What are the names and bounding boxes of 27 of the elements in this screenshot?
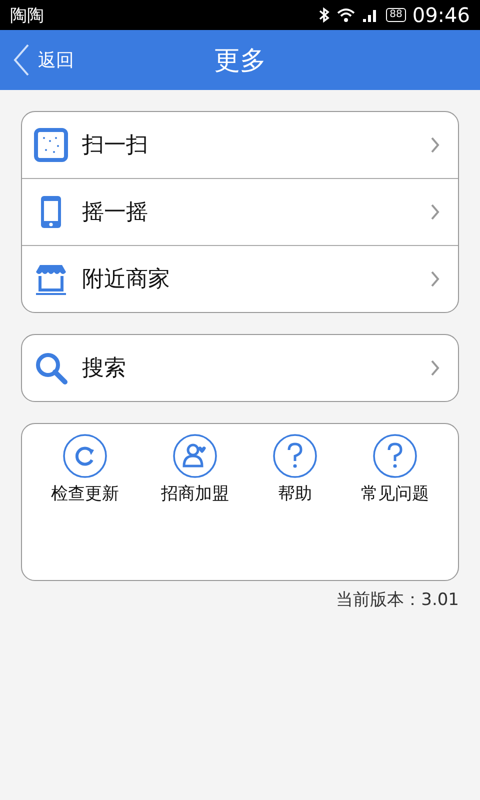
- battery-icon: 88: [386, 8, 406, 22]
- item-label: 扫一扫: [82, 132, 149, 160]
- version-text: 当前版本：3.01: [335, 589, 459, 611]
- item-label: 附近商家: [82, 266, 171, 294]
- item-label: 摇一摇: [82, 199, 149, 227]
- menu-item[interactable]: 扫一扫: [22, 112, 458, 178]
- clock: 09:46: [412, 3, 470, 27]
- app-name: 陶陶: [10, 4, 44, 26]
- chevron-icon: [430, 203, 440, 221]
- chevron-icon: [430, 359, 440, 377]
- page-title: 更多: [214, 44, 266, 78]
- item-label: 搜索: [82, 355, 127, 383]
- wifi-icon: [336, 7, 356, 23]
- store-icon: [34, 262, 68, 296]
- menu-item[interactable]: 摇一摇: [22, 178, 458, 245]
- chevron-icon: [430, 136, 440, 154]
- bluetooth-icon: [318, 7, 330, 23]
- shortcut-button[interactable]: 检查更新: [51, 434, 119, 505]
- search-icon: [34, 351, 68, 385]
- back-button[interactable]: 返回: [0, 43, 86, 77]
- scan-icon: [34, 128, 68, 162]
- shortcut-button[interactable]: 常见问题: [361, 434, 429, 505]
- back-chevron-icon: [12, 43, 30, 77]
- chevron-icon: [430, 270, 440, 288]
- menu-item[interactable]: 附近商家: [22, 245, 458, 312]
- shortcut-button[interactable]: 招商加盟: [161, 434, 229, 505]
- menu-item[interactable]: 搜索: [22, 335, 458, 401]
